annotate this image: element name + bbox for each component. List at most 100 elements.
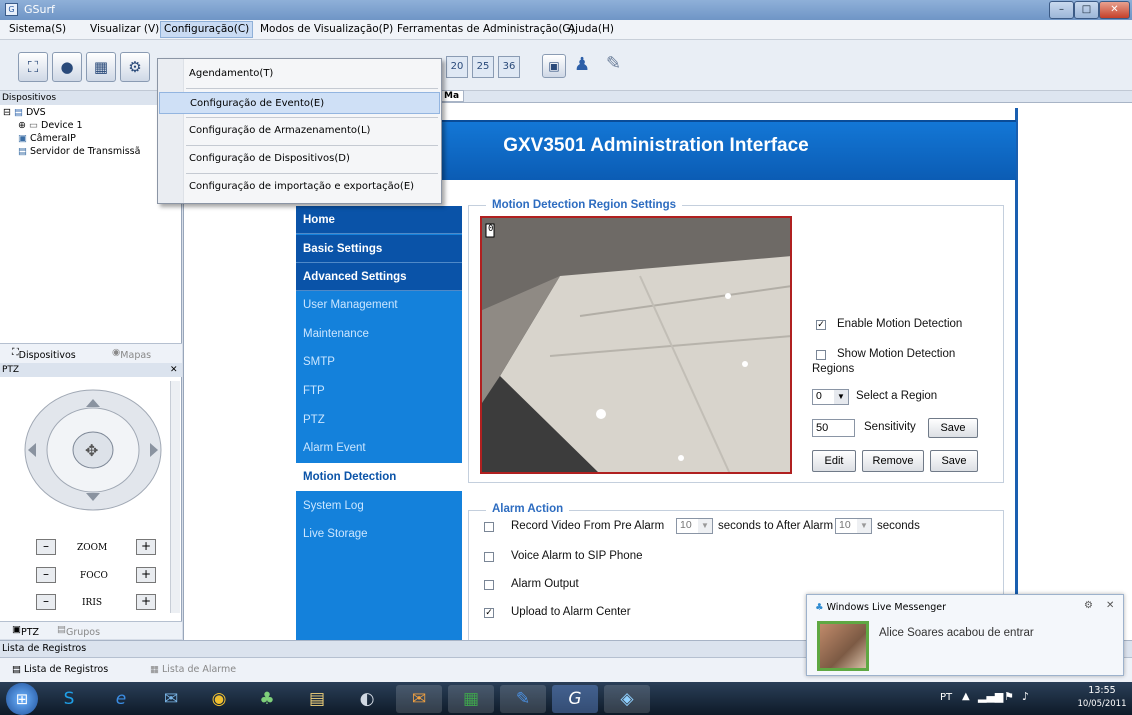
layout-25-button[interactable]: 25	[472, 56, 494, 78]
tab-mapas[interactable]: ◉ Mapas	[112, 347, 151, 361]
layout-36-button[interactable]: 36	[498, 56, 520, 78]
start-button[interactable]: ⊞	[6, 683, 38, 715]
camera-view-icon[interactable]: ▦	[86, 52, 116, 82]
messenger-taskbar-icon[interactable]: ♣	[244, 685, 290, 713]
tray-expand-icon[interactable]: ▲	[962, 691, 970, 702]
zoom-minus-button[interactable]: –	[36, 539, 56, 555]
nav-item-ptz[interactable]: PTZ	[296, 406, 462, 434]
alarm-output-checkbox[interactable]	[484, 580, 494, 590]
signal-icon[interactable]: ▂▄▆	[978, 690, 1003, 703]
menu-item-importacao-exportacao[interactable]: Configuração de importação e exportação(…	[159, 176, 440, 198]
gtalk-icon[interactable]: ✉	[148, 685, 194, 713]
nav-item-basic-settings[interactable]: Basic Settings	[296, 235, 462, 263]
menu-sistema[interactable]: Sistema(S)	[9, 23, 66, 35]
close-button[interactable]: ✕	[1099, 1, 1130, 19]
tree-camera-ip[interactable]: ▣ CâmeraIP	[18, 133, 76, 144]
tool-icon[interactable]: ✎	[606, 53, 621, 74]
nav-item-user-management[interactable]: User Management	[296, 291, 462, 319]
nav-item-advanced-settings[interactable]: Advanced Settings	[296, 263, 462, 291]
paint-icon[interactable]: ✎	[500, 685, 546, 713]
display-icon[interactable]: ▣	[542, 54, 566, 78]
enable-motion-checkbox[interactable]: ✓	[816, 320, 826, 330]
tab-ptz[interactable]: ▣ PTZ	[12, 624, 39, 638]
record-pre-alarm-checkbox[interactable]	[484, 522, 494, 532]
menu-item-agendamento[interactable]: Agendamento(T)	[159, 63, 440, 85]
ptz-joystick[interactable]: ✥	[18, 385, 168, 515]
remove-button[interactable]: Remove	[862, 450, 924, 472]
tab-lista-registros[interactable]: ▤ Lista de Registros	[12, 664, 108, 675]
zoom-plus-button[interactable]: +	[136, 539, 156, 555]
iris-minus-button[interactable]: –	[36, 594, 56, 610]
camera-preview[interactable]	[480, 216, 792, 474]
device-icon: ▭	[29, 120, 38, 131]
outlook-icon[interactable]: ✉	[396, 685, 442, 713]
settings-icon[interactable]: ⚙	[120, 52, 150, 82]
collapse-icon[interactable]: ⊟	[3, 107, 11, 118]
nav-item-live-storage[interactable]: Live Storage	[296, 520, 462, 548]
focus-plus-button[interactable]: +	[136, 567, 156, 583]
messenger-notification[interactable]: ♣ Windows Live Messenger ⚙ ✕ Alice Soare…	[806, 594, 1124, 676]
upload-alarm-center-checkbox[interactable]: ✓	[484, 608, 494, 618]
user-icon[interactable]: ♟	[574, 54, 590, 75]
gear-icon[interactable]: ⚙	[1084, 600, 1093, 611]
sensitivity-input[interactable]: 50	[812, 419, 855, 437]
flag-icon[interactable]: ⚑	[1004, 690, 1014, 703]
nav-item-alarm-event[interactable]: Alarm Event	[296, 434, 462, 462]
nav-item-motion-detection[interactable]: Motion Detection	[296, 463, 462, 491]
focus-minus-button[interactable]: –	[36, 567, 56, 583]
menu-visualizar[interactable]: Visualizar (V)	[90, 23, 159, 35]
menu-configuracao[interactable]: Configuração(C)	[160, 21, 254, 38]
nav-item-maintenance[interactable]: Maintenance	[296, 320, 462, 348]
excel-icon[interactable]: ▦	[448, 685, 494, 713]
maximize-button[interactable]: □	[1074, 1, 1099, 19]
after-alarm-select[interactable]: 10 ▼	[835, 518, 872, 534]
misc-app-icon[interactable]: ◈	[604, 685, 650, 713]
globe-icon[interactable]: ●	[52, 52, 82, 82]
tab-grupos[interactable]: ▤ Grupos	[57, 624, 100, 638]
explorer-icon[interactable]: ▤	[294, 685, 340, 713]
close-icon[interactable]: ✕	[1106, 600, 1114, 611]
iris-label: IRIS	[82, 598, 103, 608]
media-icon[interactable]: ◐	[344, 685, 390, 713]
tab-dispositivos[interactable]: ⛶ Dispositivos	[12, 347, 76, 361]
menu-ajuda[interactable]: Ajuda(H)	[568, 23, 614, 35]
tree-servidor[interactable]: ▤ Servidor de Transmissã	[18, 146, 140, 157]
pre-alarm-select[interactable]: 10 ▼	[676, 518, 713, 534]
menu-item-configuracao-armazenamento[interactable]: Configuração de Armazenamento(L)	[159, 120, 440, 142]
volume-icon[interactable]: ♪	[1022, 690, 1029, 703]
region-select[interactable]: 0 ▼	[812, 389, 849, 405]
nav-item-smtp[interactable]: SMTP	[296, 348, 462, 376]
region-save-button[interactable]: Save	[930, 450, 978, 472]
ptz-scrollbar[interactable]	[170, 381, 180, 613]
menu-ferramentas[interactable]: Ferramentas de Administração(G)	[397, 23, 575, 35]
gsurf-taskbar-icon[interactable]: G	[552, 685, 598, 713]
sensitivity-save-button[interactable]: Save	[928, 418, 978, 438]
menu-item-configuracao-evento[interactable]: Configuração de Evento(E)	[159, 92, 440, 114]
tab-lista-alarme[interactable]: ▦ Lista de Alarme	[150, 664, 236, 675]
edit-button[interactable]: Edit	[812, 450, 856, 472]
language-indicator[interactable]: PT	[940, 692, 952, 703]
ie-icon[interactable]: e	[98, 685, 144, 713]
dvs-icon: ▤	[14, 107, 23, 118]
nav-item-home[interactable]: Home	[296, 206, 462, 234]
tree-dvs[interactable]: ⊟ ▤ DVS	[3, 107, 46, 118]
minimize-button[interactable]: –	[1049, 1, 1074, 19]
nav-item-ftp[interactable]: FTP	[296, 377, 462, 405]
expand-icon[interactable]: ⊕	[18, 120, 26, 131]
ptz-panel-header: PTZ ✕	[0, 363, 182, 377]
iris-plus-button[interactable]: +	[136, 594, 156, 610]
skype-icon[interactable]: S	[46, 685, 92, 713]
device-tree-icon[interactable]: ⛶	[18, 52, 48, 82]
menu-item-configuracao-dispositivos[interactable]: Configuração de Dispositivos(D)	[159, 148, 440, 170]
chrome-icon[interactable]: ◉	[196, 685, 242, 713]
clock-time[interactable]: 13:55	[1082, 685, 1122, 696]
clock-date[interactable]: 10/05/2011	[1074, 699, 1130, 709]
ptz-close-icon[interactable]: ✕	[170, 363, 178, 377]
web-tab[interactable]: Ma	[439, 90, 465, 102]
menu-modos[interactable]: Modos de Visualização(P)	[260, 23, 393, 35]
layout-20-button[interactable]: 20	[446, 56, 468, 78]
tree-device-1[interactable]: ⊕ ▭ Device 1	[18, 120, 83, 131]
voice-alarm-checkbox[interactable]	[484, 552, 494, 562]
nav-item-system-log[interactable]: System Log	[296, 492, 462, 520]
show-regions-checkbox[interactable]	[816, 350, 826, 360]
